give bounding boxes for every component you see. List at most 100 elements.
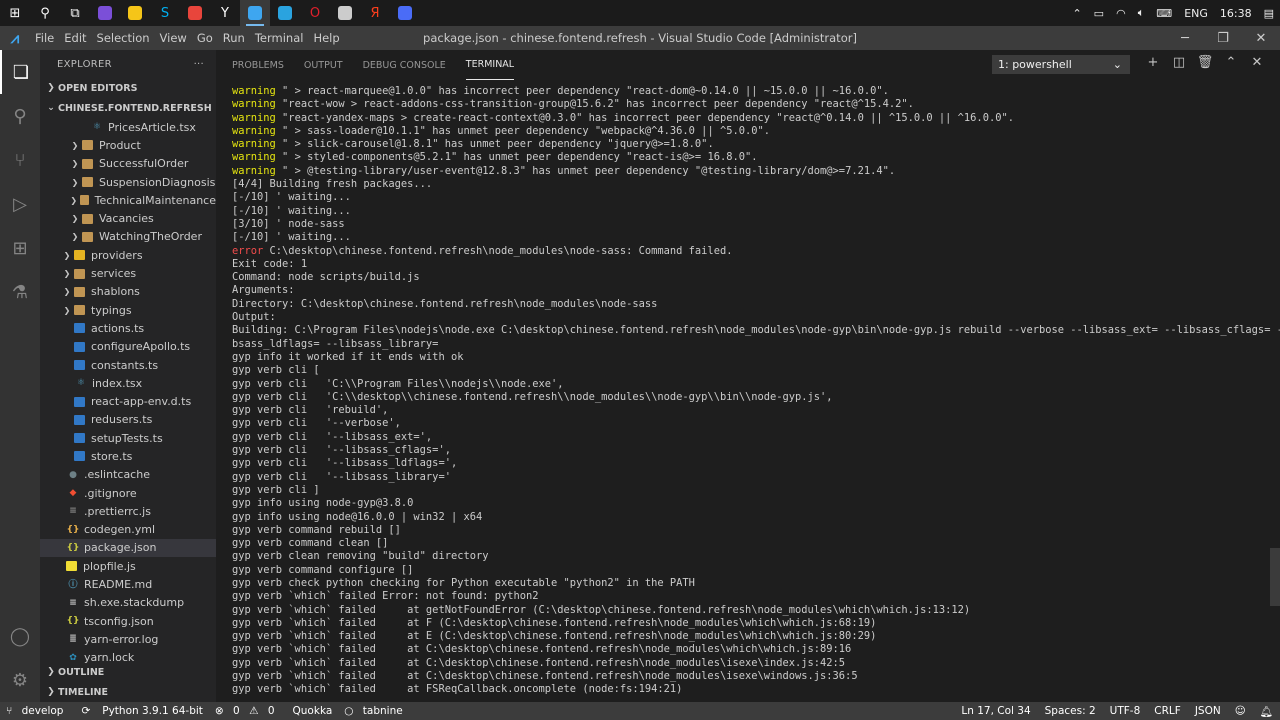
notifications-icon[interactable]: ▤ xyxy=(1258,7,1280,20)
menu-item-help[interactable]: Help xyxy=(308,31,344,45)
keyboard-icon[interactable]: ⌨ xyxy=(1150,7,1178,20)
tab-terminal[interactable]: TERMINAL xyxy=(465,50,515,80)
close-panel-icon[interactable]: ✕ xyxy=(1244,55,1270,74)
tab-output[interactable]: OUTPUT xyxy=(304,50,343,80)
language-mode[interactable]: JSON xyxy=(1188,705,1228,717)
sync-icon[interactable]: ⟳ xyxy=(75,705,96,717)
split-terminal-icon[interactable]: ◫ xyxy=(1166,55,1192,74)
indentation[interactable]: Spaces: 2 xyxy=(1038,705,1103,717)
minimize-icon[interactable]: ─ xyxy=(1166,26,1204,50)
run-debug-icon[interactable]: ▷ xyxy=(0,182,40,226)
tree-item[interactable]: ❯ typings xyxy=(40,301,216,319)
tree-item[interactable]: ⓘ README.md xyxy=(40,575,216,593)
tree-item[interactable]: {} codegen.yml xyxy=(40,521,216,539)
app-blue-icon[interactable] xyxy=(390,0,420,26)
tree-item[interactable]: ❯ WatchingTheOrder xyxy=(40,228,216,246)
tree-item[interactable]: ❯ SuspensionDiagnosis xyxy=(40,173,216,191)
timeline-section[interactable]: ❯ TIMELINE xyxy=(40,682,216,702)
terminal-scrollbar[interactable] xyxy=(1270,548,1280,606)
menu-item-file[interactable]: File xyxy=(30,31,59,45)
explorer-icon[interactable]: ❏ xyxy=(0,50,40,94)
close-icon[interactable]: ✕ xyxy=(1242,26,1280,50)
tree-item[interactable]: ● .eslintcache xyxy=(40,466,216,484)
language-indicator[interactable]: ENG xyxy=(1178,7,1214,20)
tree-item[interactable]: actions.ts xyxy=(40,319,216,337)
skype-icon[interactable]: S xyxy=(150,0,180,26)
task-view-icon[interactable]: ⧉ xyxy=(60,0,90,26)
testing-flask-icon[interactable]: ⚗ xyxy=(0,270,40,314)
feedback-icon[interactable]: ☺ xyxy=(1228,705,1253,717)
tree-item[interactable]: ⚛ index.tsx xyxy=(40,374,216,392)
yandex-icon[interactable]: Я xyxy=(360,0,390,26)
tree-item[interactable]: configureApollo.ts xyxy=(40,338,216,356)
tree-item[interactable]: ≡ sh.exe.stackdump xyxy=(40,594,216,612)
menu-item-selection[interactable]: Selection xyxy=(92,31,155,45)
search-icon[interactable]: ⚲ xyxy=(0,94,40,138)
tree-item[interactable]: ❯ SuccessfulOrder xyxy=(40,155,216,173)
menu-item-run[interactable]: Run xyxy=(218,31,250,45)
menu-item-terminal[interactable]: Terminal xyxy=(250,31,309,45)
opera-icon[interactable]: O xyxy=(300,0,330,26)
settings-gear-icon[interactable]: ⚙ xyxy=(0,658,40,702)
tree-item[interactable]: plopfile.js xyxy=(40,557,216,575)
tree-item[interactable]: ❯ services xyxy=(40,264,216,282)
menu-item-edit[interactable]: Edit xyxy=(59,31,91,45)
problems-status[interactable]: ⊗ 0 ⚠ 0 xyxy=(209,705,287,717)
tree-item[interactable]: react-app-env.d.ts xyxy=(40,392,216,410)
tree-item[interactable]: ❯ Vacancies xyxy=(40,209,216,227)
lock-app-icon[interactable] xyxy=(330,0,360,26)
chrome-icon[interactable] xyxy=(180,0,210,26)
extensions-icon[interactable]: ⊞ xyxy=(0,226,40,270)
tree-item[interactable]: ◆ .gitignore xyxy=(40,484,216,502)
branch-status[interactable]: ⑂ develop xyxy=(0,705,75,717)
tab-debug-console[interactable]: DEBUG CONSOLE xyxy=(363,50,446,80)
new-terminal-plus-icon[interactable]: + xyxy=(1140,55,1166,74)
vscode-icon[interactable] xyxy=(240,0,270,26)
project-section[interactable]: ⌄ CHINESE.FONTEND.REFRESH xyxy=(40,98,216,118)
account-icon[interactable]: ◯ xyxy=(0,614,40,658)
tree-item[interactable]: setupTests.ts xyxy=(40,429,216,447)
maximize-panel-chevron-icon[interactable]: ⌃ xyxy=(1218,55,1244,74)
line-ending[interactable]: CRLF xyxy=(1147,705,1188,717)
encoding[interactable]: UTF-8 xyxy=(1103,705,1148,717)
chevron-up-icon[interactable]: ⌃ xyxy=(1066,7,1087,20)
tree-item[interactable]: ❯ TechnicalMaintenance xyxy=(40,191,216,209)
app-purple-icon[interactable] xyxy=(90,0,120,26)
quokka-status[interactable]: Quokka xyxy=(287,705,339,717)
volume-icon[interactable]: 🔈︎ xyxy=(1132,6,1151,20)
yandex-browser-icon[interactable]: Y xyxy=(210,0,240,26)
bell-icon[interactable]: 🔔︎ xyxy=(1253,705,1280,718)
tree-item[interactable]: ⚛ PricesArticle.tsx xyxy=(40,118,216,136)
tree-item[interactable]: ≡ .prettierrc.js xyxy=(40,502,216,520)
battery-icon[interactable]: ▭ xyxy=(1088,7,1110,20)
app-yellow-icon[interactable] xyxy=(120,0,150,26)
tree-item[interactable]: ≣ yarn-error.log xyxy=(40,630,216,648)
tree-item[interactable]: redusers.ts xyxy=(40,411,216,429)
outline-section[interactable]: ❯ OUTLINE xyxy=(40,662,216,682)
tree-item[interactable]: constants.ts xyxy=(40,356,216,374)
tabnine-status[interactable]: ○ tabnine xyxy=(338,705,414,717)
cursor-position[interactable]: Ln 17, Col 34 xyxy=(954,705,1037,717)
telegram-icon[interactable] xyxy=(270,0,300,26)
source-control-icon[interactable]: ⑂ xyxy=(0,138,40,182)
open-editors-section[interactable]: ❯ OPEN EDITORS xyxy=(40,78,216,98)
menu-item-go[interactable]: Go xyxy=(192,31,218,45)
trash-icon[interactable]: 🗑︎ xyxy=(1192,55,1218,74)
tab-problems[interactable]: PROBLEMS xyxy=(232,50,284,80)
terminal-select[interactable]: 1: powershell ⌄ xyxy=(992,55,1130,74)
tree-item[interactable]: {} package.json xyxy=(40,538,216,558)
python-interpreter[interactable]: Python 3.9.1 64-bit xyxy=(96,705,209,717)
more-actions-icon[interactable]: ··· xyxy=(194,59,204,70)
network-icon[interactable]: ◠ xyxy=(1110,7,1132,20)
search-icon[interactable]: ⚲ xyxy=(30,0,60,26)
restore-icon[interactable]: ❐ xyxy=(1204,26,1242,50)
tree-item[interactable]: {} tsconfig.json xyxy=(40,612,216,630)
tree-item[interactable]: store.ts xyxy=(40,447,216,465)
clock[interactable]: 16:38 xyxy=(1214,7,1258,20)
tree-item[interactable]: ❯ providers xyxy=(40,246,216,264)
terminal-output[interactable]: warning " > react-marquee@1.0.0" has inc… xyxy=(232,85,1280,697)
tree-item[interactable]: ❯ Product xyxy=(40,136,216,154)
tree-item[interactable]: ❯ shablons xyxy=(40,283,216,301)
menu-item-view[interactable]: View xyxy=(155,31,192,45)
windows-start-icon[interactable]: ⊞ xyxy=(0,0,30,26)
